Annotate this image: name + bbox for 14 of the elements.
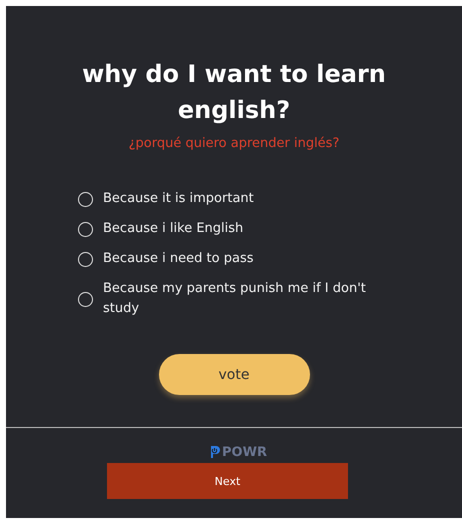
radio-button[interactable]	[78, 292, 93, 306]
next-button[interactable]: Next	[107, 463, 348, 499]
power-logo-icon	[209, 445, 220, 459]
option-label[interactable]: Because my parents punish me if I don't study	[103, 279, 368, 319]
radio-button[interactable]	[78, 192, 93, 206]
radio-button[interactable]	[78, 222, 93, 236]
radio-button[interactable]	[78, 252, 93, 266]
poll-subtitle: ¿porqué quiero aprender inglés?	[128, 136, 340, 151]
brand-name: POWR	[222, 446, 267, 458]
poll-title: why do I want to learn english?	[81, 59, 387, 126]
option-label[interactable]: Because it is important	[103, 189, 254, 209]
vote-button[interactable]: vote	[158, 354, 310, 395]
option-label[interactable]: Because i need to pass	[103, 249, 254, 269]
option-label[interactable]: Because i like English	[103, 219, 244, 239]
